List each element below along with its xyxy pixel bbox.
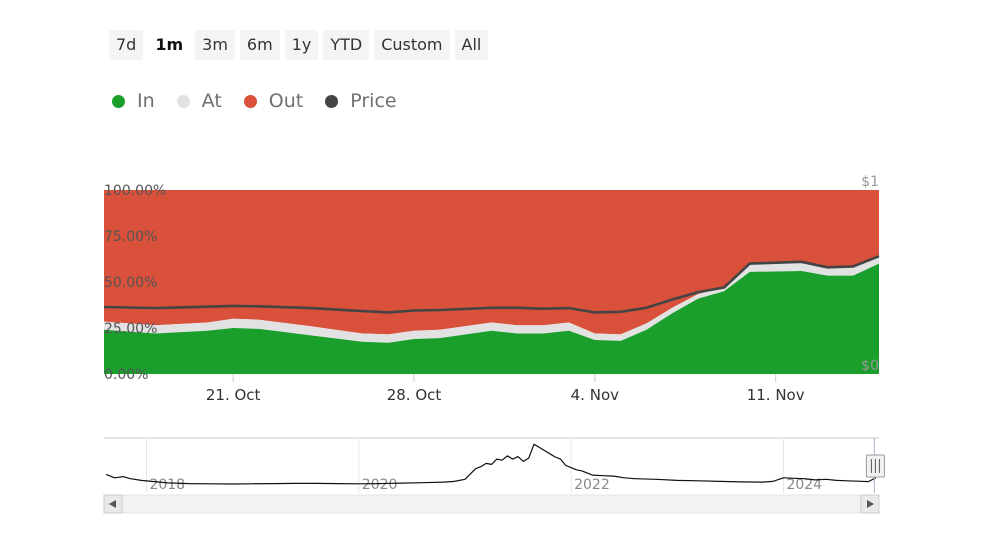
- navigator[interactable]: 2018 2020 2022 2024: [0, 0, 984, 554]
- navigator-tick-label: 2022: [574, 477, 610, 493]
- navigator-tick-label: 2020: [362, 477, 398, 493]
- navigator-background: [104, 438, 879, 493]
- navigator-tick-label: 2018: [149, 477, 185, 493]
- scrollbar-track[interactable]: [103, 494, 880, 514]
